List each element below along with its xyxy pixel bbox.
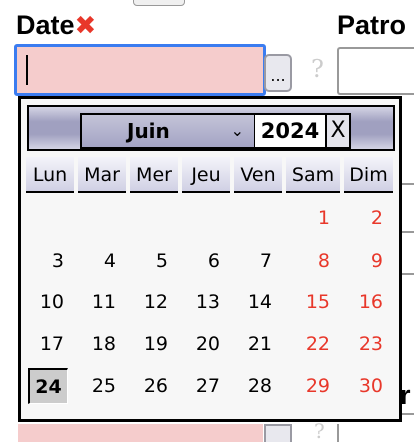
calendar-day[interactable]: 11 [78,287,116,317]
weekday-header: Mer [130,157,178,193]
calendar-day[interactable]: 7 [234,246,272,276]
calendar-day[interactable]: 12 [130,287,168,317]
calendar-day[interactable]: 1 [286,203,330,233]
calendar-day[interactable]: 20 [182,329,220,359]
calendar-day[interactable]: 25 [78,371,116,401]
calendar-day[interactable]: 15 [286,287,330,317]
top-button[interactable] [133,0,185,6]
weekday-header: Dim [344,157,393,193]
calendar-day[interactable]: 9 [344,246,383,276]
help-icon[interactable]: ? [311,55,324,83]
calendar-day[interactable]: 16 [344,287,383,317]
month-select[interactable]: Juin ⌄ [80,113,256,149]
help-icon[interactable]: ? [314,420,325,442]
calendar-day[interactable]: 24 [28,368,68,404]
calendar-header: Juin ⌄ 2024 X [27,105,395,151]
calendar-popup: Juin ⌄ 2024 X Lun Mar Mer Jeu Ven Sam Dim 1 2 3 4 5 6… [18,96,402,422]
bottom-date-input[interactable] [18,424,263,442]
calendar-day[interactable]: 18 [78,329,116,359]
date-input[interactable] [14,44,266,96]
calendar-day[interactable]: 13 [182,287,220,317]
close-button[interactable]: X [327,113,351,149]
calendar-day[interactable]: 8 [286,246,330,276]
chevron-down-icon: ⌄ [230,121,244,140]
weekday-header: Ven [234,157,282,193]
calendar-day[interactable]: 30 [344,371,383,401]
calendar-day[interactable]: 19 [130,329,168,359]
calendar-day[interactable]: 27 [182,371,220,401]
required-x-icon: ✖ [74,11,97,41]
calendar-day[interactable]: 3 [26,246,64,276]
calendar-day[interactable]: 2 [344,203,383,233]
weekday-header: Sam [286,157,340,193]
date-picker-button[interactable]: ... [264,54,292,92]
calendar-day[interactable]: 4 [78,246,116,276]
bottom-input-border [337,424,339,442]
calendar-day[interactable]: 17 [26,329,64,359]
text-caret [26,55,28,85]
date-label: Date✖ [16,10,97,41]
calendar-day[interactable]: 22 [286,329,330,359]
calendar-day[interactable]: 6 [182,246,220,276]
weekday-header: Jeu [182,157,230,193]
calendar-day[interactable]: 29 [286,371,330,401]
calendar-day[interactable]: 5 [130,246,168,276]
calendar-day[interactable]: 10 [26,287,64,317]
year-input[interactable]: 2024 [255,113,327,149]
patron-label: Patro [337,10,407,40]
calendar-day[interactable]: 28 [234,371,272,401]
weekday-header: Mar [78,157,126,193]
patron-input[interactable] [337,47,414,95]
calendar-day[interactable]: 21 [234,329,272,359]
calendar-day[interactable]: 26 [130,371,168,401]
calendar-day[interactable]: 14 [234,287,272,317]
calendar-day[interactable]: 23 [344,329,383,359]
weekday-header: Lun [26,157,74,193]
bottom-picker-button[interactable] [264,424,292,442]
